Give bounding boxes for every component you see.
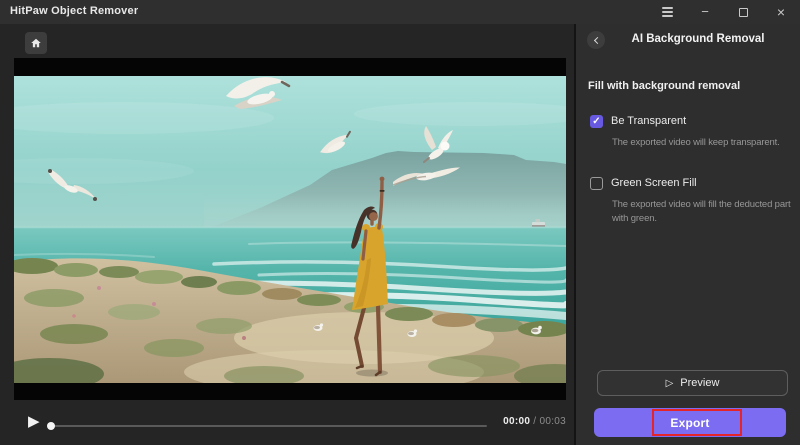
checkbox-be-transparent[interactable]: ✓ bbox=[590, 115, 603, 128]
home-button[interactable] bbox=[25, 32, 47, 54]
maximize-icon[interactable] bbox=[736, 5, 750, 19]
menu-icon[interactable] bbox=[660, 5, 674, 19]
option-label: Green Screen Fill bbox=[611, 177, 697, 190]
close-icon[interactable]: × bbox=[774, 5, 788, 19]
play-outline-icon: ▷ bbox=[666, 378, 674, 389]
export-button[interactable]: Export bbox=[594, 408, 786, 437]
home-icon bbox=[30, 37, 42, 49]
back-button[interactable] bbox=[587, 31, 605, 49]
section-heading: Fill with background removal bbox=[588, 80, 740, 92]
minimize-icon[interactable]: − bbox=[698, 5, 712, 19]
preview-label: Preview bbox=[680, 377, 719, 389]
video-scene bbox=[14, 76, 566, 383]
title-bar: HitPaw Object Remover − × bbox=[0, 0, 800, 24]
playhead-dot[interactable] bbox=[47, 422, 55, 430]
option-label: Be Transparent bbox=[611, 115, 686, 128]
preview-button[interactable]: ▷ Preview bbox=[597, 370, 788, 396]
chevron-left-icon bbox=[593, 36, 600, 43]
window-title: HitPaw Object Remover bbox=[10, 5, 138, 17]
main-area: ▶ 00:00 / 00:03 bbox=[0, 24, 574, 445]
export-label: Export bbox=[670, 416, 709, 430]
play-button[interactable]: ▶ bbox=[28, 411, 48, 433]
app-window: HitPaw Object Remover − × bbox=[0, 0, 800, 445]
video-preview[interactable] bbox=[14, 58, 566, 400]
time-display: 00:00 / 00:03 bbox=[503, 416, 566, 427]
option-description: The exported video will keep transparent… bbox=[612, 136, 798, 150]
duration: 00:03 bbox=[539, 416, 566, 427]
sidebar: AI Background Removal Fill with backgrou… bbox=[576, 24, 800, 445]
sidebar-header: AI Background Removal bbox=[576, 30, 800, 50]
sidebar-title: AI Background Removal bbox=[606, 33, 790, 45]
option-description: The exported video will fill the deducte… bbox=[612, 198, 798, 227]
progress-bar[interactable] bbox=[49, 425, 487, 427]
checkbox-green-screen[interactable] bbox=[590, 177, 603, 190]
current-time: 00:00 bbox=[503, 416, 530, 427]
window-controls: − × bbox=[660, 0, 788, 24]
